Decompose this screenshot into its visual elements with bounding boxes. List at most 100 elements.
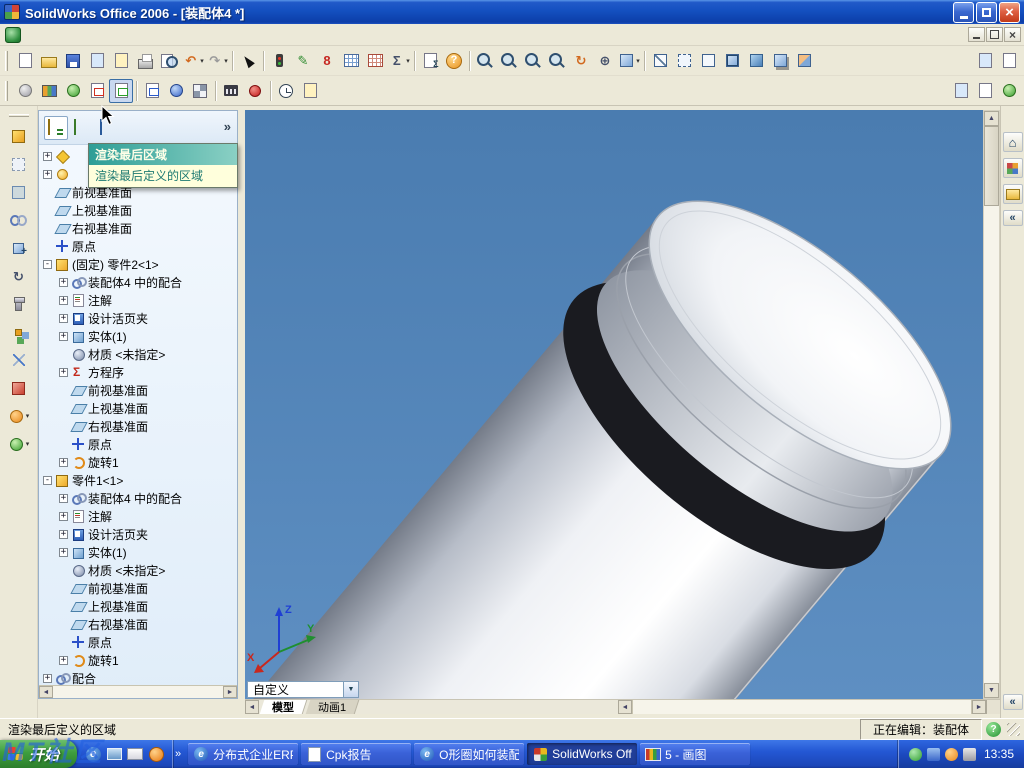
tree-row[interactable]: 上视基准面 [39,201,237,219]
panel-overflow-chevron[interactable]: » [224,119,231,134]
rotate-view-button[interactable]: ↻ [569,49,593,73]
menu-item[interactable] [156,33,172,37]
tree-expander[interactable]: + [43,673,52,683]
taskbar-task[interactable]: O形圈如何装配... [414,743,525,765]
solidworks-resources-icon[interactable] [1002,132,1023,152]
pw-window-page-button[interactable] [973,79,997,103]
tree-row[interactable]: + 旋转1 [39,651,237,669]
physical-dynamics-button[interactable]: ▾ [5,431,33,457]
view-orientation-combo[interactable]: 自定义 [247,681,359,698]
hscroll-left-icon[interactable] [618,700,632,714]
open-button[interactable] [37,49,61,73]
tree-row[interactable]: + 旋转1 [39,453,237,471]
tree-row[interactable]: + 注解 [39,507,237,525]
tree-row[interactable]: + 方程序 [39,363,237,381]
animator-button[interactable] [219,79,243,103]
scroll-down-icon[interactable] [984,683,999,698]
toolbar-grip[interactable] [5,50,8,71]
taskbar-task[interactable]: 分布式企业ERP... [188,743,299,765]
hscroll-right-icon[interactable] [972,700,986,714]
section-view-button[interactable] [792,49,816,73]
zoom-area-button[interactable] [497,49,521,73]
schedule-render-button[interactable] [274,79,298,103]
taskbar-task[interactable]: SolidWorks Offic... [527,743,638,765]
toolbar-button[interactable] [411,50,418,72]
quick-launch-show-desktop-icon[interactable] [105,745,123,763]
tree-row[interactable]: + 装配体4 中的配合 [39,273,237,291]
shaded-button[interactable] [744,49,768,73]
pw-window-page-blue-button[interactable] [949,79,973,103]
taskbar-task[interactable]: 5 - 画图 [640,743,751,765]
bom-button[interactable] [363,49,387,73]
rotate-component-button[interactable]: ↻ [5,263,33,289]
explode-line-sketch-button[interactable] [5,347,33,373]
help-button[interactable] [442,49,466,73]
window-page-blue-button[interactable] [973,49,997,73]
featuremanager-tab[interactable] [44,115,68,140]
clock[interactable]: 13:35 [984,747,1014,761]
print-button[interactable] [133,49,157,73]
change-transparency-button[interactable] [5,179,33,205]
configurationmanager-tab[interactable] [96,116,120,140]
decals-button[interactable] [188,79,212,103]
tree-row[interactable]: + 装配体4 中的配合 [39,489,237,507]
dropdown-arrow-icon[interactable]: ▾ [200,57,204,65]
dropdown-arrow-icon[interactable]: ▾ [636,57,640,65]
redo-button[interactable]: ↷ ▾ [205,49,229,73]
exploded-view-button[interactable] [5,319,33,345]
equations-button[interactable]: Σ ▾ [387,49,411,73]
menu-item[interactable] [44,33,60,37]
viewport-vertical-scrollbar[interactable] [983,110,1000,699]
scroll-up-icon[interactable] [984,111,999,126]
save-button[interactable] [61,49,85,73]
toolbar-grip[interactable] [8,114,29,117]
select-button[interactable] [236,49,260,73]
tree-row[interactable]: 材质 <未指定> [39,345,237,363]
dropdown-arrow-icon[interactable]: ▾ [26,440,30,448]
tree-row[interactable]: + 注解 [39,291,237,309]
wireframe-button[interactable] [648,49,672,73]
propertymanager-tab[interactable] [70,116,94,140]
record-button[interactable] [243,79,267,103]
render-area-button[interactable] [85,79,109,103]
render-last-area-button[interactable] [109,78,133,103]
task-pane-collapse-bottom-icon[interactable] [1002,694,1023,710]
make-drawing-button[interactable] [85,49,109,73]
document-tab[interactable]: 模型 [259,700,308,714]
sketch-button[interactable]: ✎ [291,49,315,73]
task-pane-collapse-icon[interactable] [1002,210,1023,226]
combo-dropdown-icon[interactable] [343,682,358,697]
tree-row[interactable]: 原点 [39,237,237,255]
zoom-fit-button[interactable] [473,49,497,73]
quick-launch-media-icon[interactable] [147,745,165,763]
menu-item[interactable] [124,33,140,37]
toolbar-button[interactable] [260,50,267,72]
tree-expander[interactable]: + [59,331,68,341]
toolbar-button[interactable] [641,50,648,72]
toolbar-button[interactable] [267,80,274,102]
restore-button[interactable] [976,1,997,23]
toolbar-button[interactable] [322,79,949,103]
tree-expander[interactable]: + [59,493,68,503]
hidden-lines-visible-button[interactable] [672,49,696,73]
photoworks-options-button[interactable] [13,79,37,103]
tree-row[interactable]: - 零件1<1> [39,471,237,489]
make-assembly-button[interactable] [109,49,133,73]
hide-show-component-button[interactable] [5,151,33,177]
document-tab[interactable]: 动画1 [305,700,360,714]
taskbar-task[interactable]: Cpk报告 [301,743,412,765]
status-help-icon[interactable] [986,722,1001,737]
mdi-restore-icon[interactable] [986,27,1003,42]
toolbar-button[interactable] [816,49,973,73]
shaded-with-edges-button[interactable] [720,49,744,73]
menu-item[interactable] [140,33,156,37]
pw-help-button[interactable] [997,79,1021,103]
file-explorer-icon[interactable] [1002,184,1023,204]
tree-row[interactable]: 原点 [39,435,237,453]
smart-fasteners-button[interactable] [5,291,33,317]
minimize-button[interactable] [953,1,974,23]
quick-launch-ie-icon[interactable] [84,745,102,763]
shadows-button[interactable] [768,49,792,73]
tree-row[interactable]: 材质 <未指定> [39,561,237,579]
menu-item[interactable] [60,33,76,37]
